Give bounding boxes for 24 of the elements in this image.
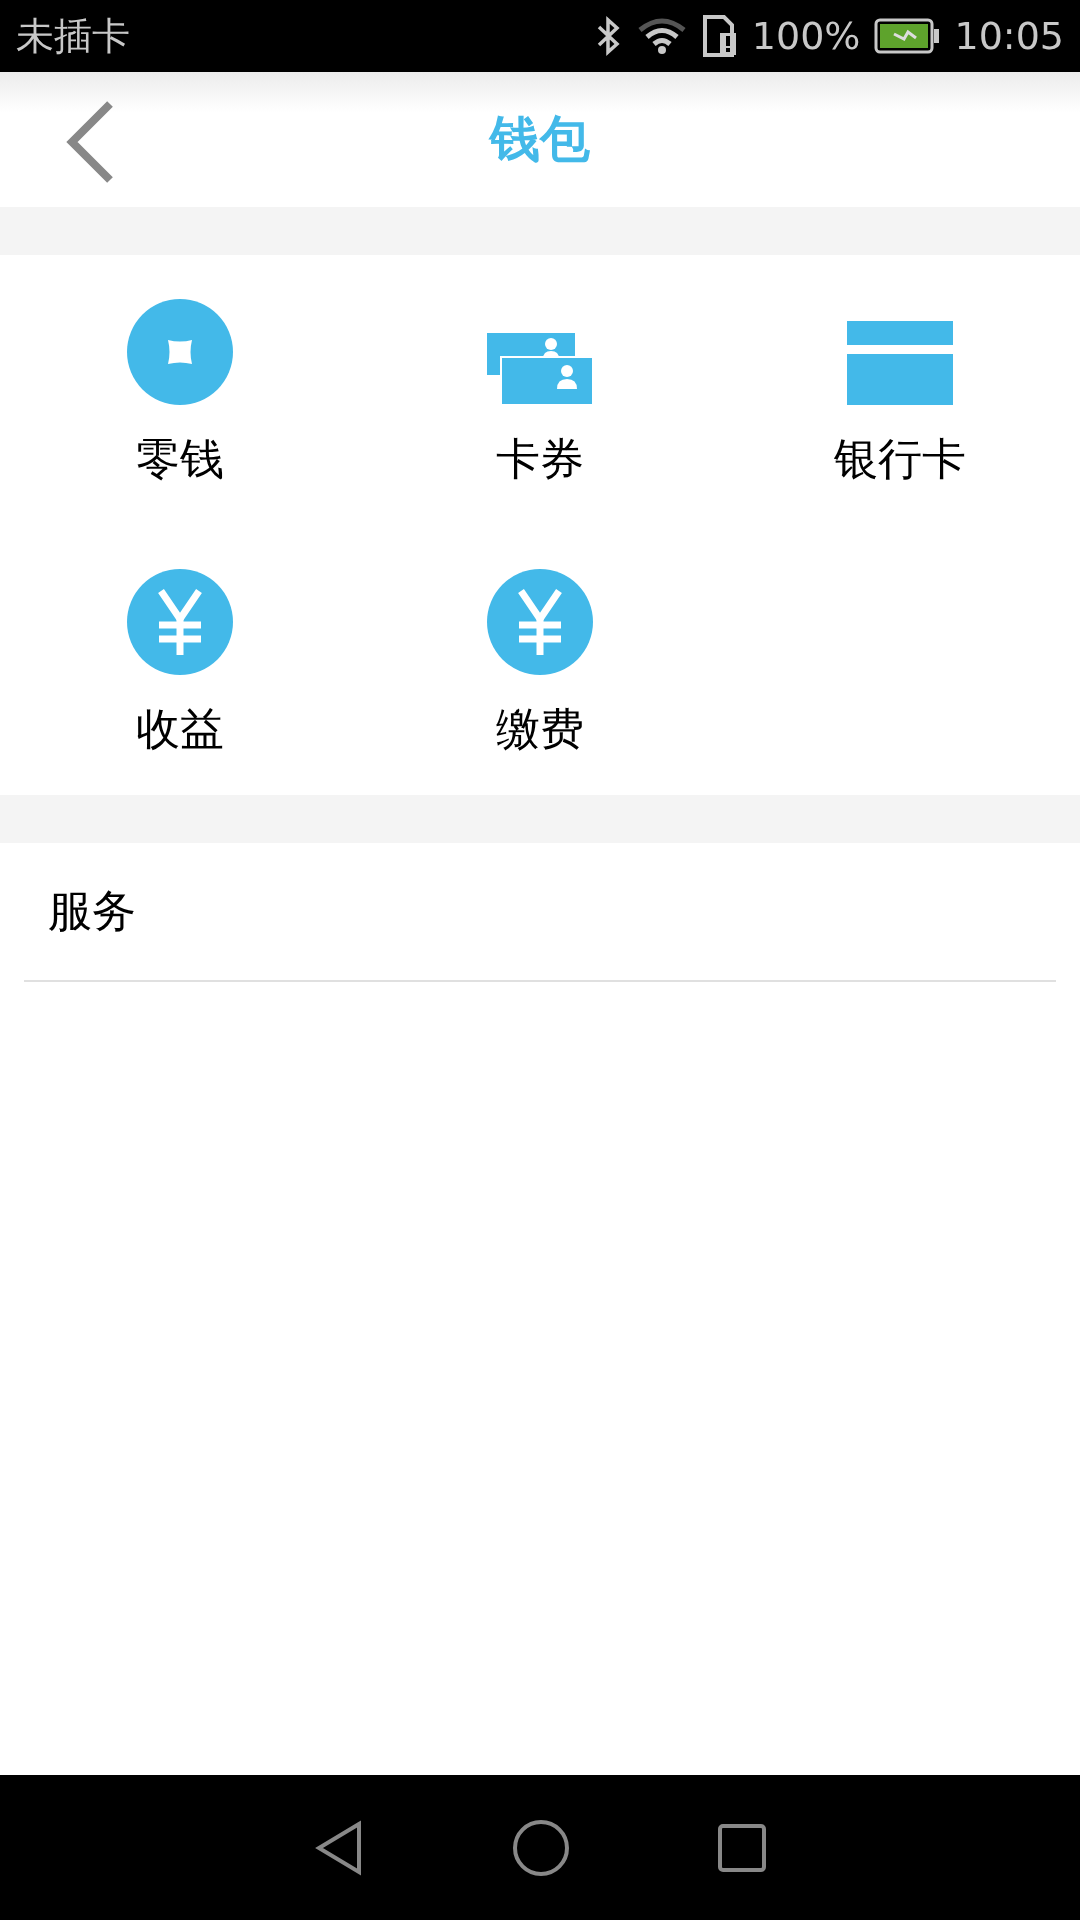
page-title: 钱包 [490, 109, 590, 170]
tile-label: 缴费 [496, 705, 584, 754]
clock-text: 10:05 [954, 14, 1064, 58]
tile-label: 零钱 [136, 435, 224, 484]
tile-label: 卡券 [496, 435, 584, 484]
wallet-tile[interactable]: 缴费 [360, 525, 720, 795]
carrier-text: 未插卡 [16, 12, 130, 60]
tile-label: 银行卡 [834, 435, 966, 484]
tile-label: 收益 [136, 705, 224, 754]
yen-coin-icon [127, 569, 233, 675]
yen-coin-icon [487, 569, 593, 675]
wallet-tile[interactable]: 收益 [0, 525, 360, 795]
battery-icon [874, 18, 941, 54]
section-title: 服务 [47, 884, 136, 938]
wallet-tile[interactable]: 零钱 [0, 255, 360, 525]
wallet-tile[interactable]: 银行卡 [720, 255, 1080, 525]
sim-alert-icon [701, 15, 738, 57]
home-nav-icon[interactable] [512, 1818, 570, 1877]
recents-nav-icon[interactable] [716, 1822, 767, 1873]
wallet-tile[interactable]: 卡券 [360, 255, 720, 525]
battery-percent: 100% [751, 14, 861, 58]
bluetooth-icon [595, 16, 622, 56]
coin-icon [127, 299, 233, 405]
bank-card-icon [847, 321, 953, 405]
